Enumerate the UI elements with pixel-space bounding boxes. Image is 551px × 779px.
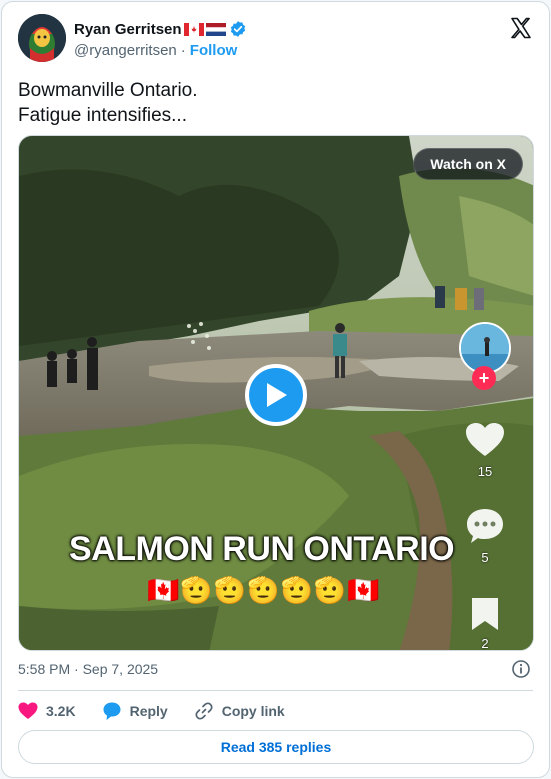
separator-dot: · — [180, 42, 186, 59]
play-button[interactable] — [245, 364, 307, 426]
follow-plus-icon: + — [472, 366, 496, 390]
avatar[interactable] — [18, 14, 66, 62]
read-replies-button[interactable]: Read 385 replies — [18, 730, 534, 764]
author-row: Ryan Gerritsen — [74, 19, 247, 39]
like-button[interactable]: 3.2K — [18, 702, 76, 720]
copy-link-label: Copy link — [221, 703, 285, 719]
heart-icon — [18, 702, 38, 719]
play-icon — [267, 383, 287, 407]
side-comment-count: 5 — [481, 550, 489, 565]
side-bookmark-count: 2 — [481, 636, 489, 651]
netherlands-flag-icon — [205, 22, 226, 36]
video-player[interactable]: Watch on X SALMON RUN ONTARIO 🇨🇦🫡🫡🫡🫡🫡🇨🇦 … — [18, 135, 534, 651]
tweet-text: Bowmanville Ontario. Fatigue intensifies… — [18, 78, 198, 128]
reply-label: Reply — [129, 703, 168, 719]
divider — [18, 690, 533, 691]
copy-link-button[interactable]: Copy link — [194, 701, 285, 721]
video-overlay-title: SALMON RUN ONTARIO — [69, 530, 455, 568]
heart-icon — [463, 418, 507, 462]
author-handle[interactable]: @ryangerritsen — [74, 42, 177, 59]
tweet-card: Ryan Gerritsen @ryangerritsen · Follow B… — [1, 1, 550, 778]
info-icon[interactable] — [511, 659, 531, 679]
handle-row: @ryangerritsen · Follow — [74, 42, 237, 59]
tweet-text-line-2: Fatigue intensifies... — [18, 105, 187, 126]
follow-button[interactable]: Follow — [190, 42, 238, 59]
x-logo-icon[interactable] — [509, 16, 533, 40]
watch-on-x-button[interactable]: Watch on X — [413, 148, 523, 180]
verified-badge-icon — [230, 21, 245, 37]
bookmark-icon — [463, 592, 507, 636]
comment-icon — [463, 504, 507, 548]
reply-bubble-icon — [103, 702, 121, 720]
video-overlay-emojis: 🇨🇦🫡🫡🫡🫡🫡🇨🇦 — [147, 576, 381, 606]
timestamp[interactable]: 5:58 PM · Sep 7, 2025 — [18, 661, 158, 677]
canada-flag-icon — [183, 22, 204, 36]
like-count: 3.2K — [46, 703, 76, 719]
action-bar: 3.2K Reply Copy link — [18, 700, 311, 722]
author-name[interactable]: Ryan Gerritsen — [74, 21, 182, 38]
link-icon — [195, 702, 213, 720]
reply-button[interactable]: Reply — [102, 701, 168, 721]
tweet-text-line-1: Bowmanville Ontario. — [18, 80, 198, 101]
side-like-count: 15 — [477, 464, 493, 479]
